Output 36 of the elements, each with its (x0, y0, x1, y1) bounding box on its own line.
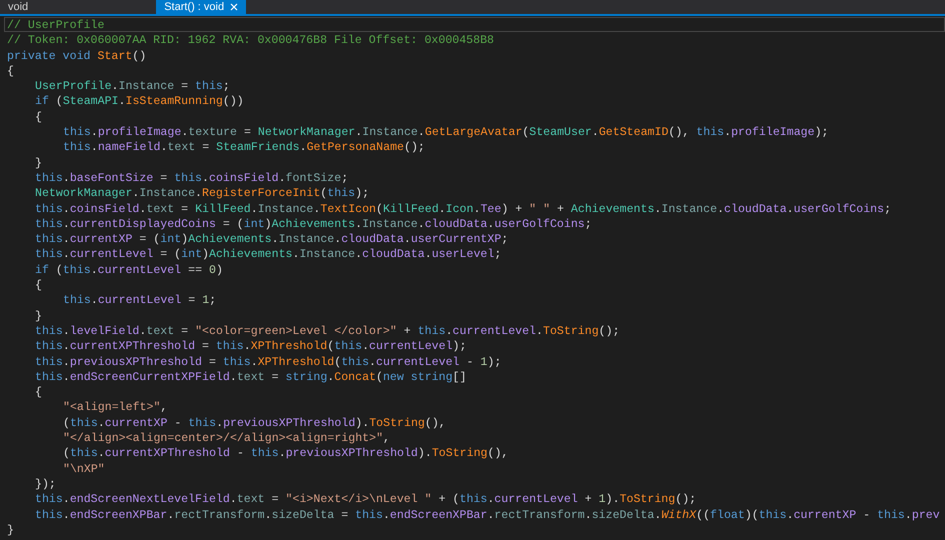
code-line: UserProfile.Instance = this; (34, 79, 231, 94)
code-line: this.previousXPThreshold = this.XPThreshold(this.currentLevel - 1); (34, 354, 502, 369)
code-line: } (6, 522, 15, 538)
code-line: { (34, 385, 43, 400)
code-line: } (34, 308, 43, 323)
close-icon[interactable] (230, 3, 238, 11)
code-line: }); (34, 476, 57, 492)
editor-tab[interactable]: void (0, 0, 36, 14)
code-line: if (this.currentLevel == 0) (34, 262, 224, 278)
code-line: "</align><align=center>/</align><align=right>", (62, 431, 392, 446)
code-line: { (6, 64, 15, 78)
code-line: this.levelField.text = "<color=green>Level </color>" + this.currentLevel.ToString(); (34, 324, 621, 338)
code-line: this.endScreenXPBar.rectTransform.sizeDelta = this.endScreenXPBar.rectTransform.sizeDelta.WithX((float)(this.currentXP - this.prev (34, 508, 941, 522)
code-line: this.currentDisplayedCoins = (int)Achievements.Instance.cloudData.userGolfCoins; (34, 216, 593, 232)
code-line: (this.currentXP - this.previousXPThreshold).ToString(), (62, 416, 447, 430)
code-line: this.currentXPThreshold = this.XPThreshold(this.currentLevel); (34, 339, 468, 354)
code-line: if (SteamAPI.IsSteamRunning()) (34, 94, 245, 109)
code-line: NetworkManager.Instance.RegisterForceInit(this); (34, 186, 370, 201)
code-line: { (34, 278, 43, 292)
code-line: this.nameField.text = SteamFriends.GetPersonaName(); (62, 140, 426, 155)
code-line: // Token: 0x060007AA RID: 1962 RVA: 0x000476B8 File Offset: 0x000458B8 (6, 33, 496, 48)
code-line: this.currentLevel = (int)Achievements.Instance.cloudData.userLevel; (34, 247, 502, 262)
code-line: } (34, 156, 43, 170)
code-line: { (34, 110, 43, 124)
code-line: this.profileImage.texture = NetworkManager.Instance.GetLargeAvatar(SteamUser.GetSteamID(), this.profileImage); (62, 125, 830, 140)
code-line: private void Start() (6, 48, 148, 63)
code-line: this.endScreenCurrentXPField.text = string.Concat(new string[] (34, 370, 468, 384)
code-line: this.coinsField.text = KillFeed.Instance.TextIcon(KillFeed.Icon.Tee) + " " + Achievements.Instance.cloudData.userGolfCoins; (34, 202, 892, 216)
code-line: "\nXP" (62, 462, 106, 476)
code-line: "<align=left>", (62, 400, 168, 415)
code-line: this.currentLevel = 1; (62, 293, 218, 308)
code-line: this.baseFontSize = this.coinsField.fontSize; (34, 170, 350, 186)
editor-tab[interactable]: Start() : void (156, 0, 246, 14)
code-line: this.endScreenNextLevelField.text = "<i>Next</i>\nLevel " + (this.currentLevel + 1).ToString(); (34, 492, 698, 506)
code-line: (this.currentXPThreshold - this.previousXPThreshold).ToString(), (62, 446, 510, 461)
code-line: this.currentXP = (int)Achievements.Instance.cloudData.userCurrentXP; (34, 232, 510, 246)
